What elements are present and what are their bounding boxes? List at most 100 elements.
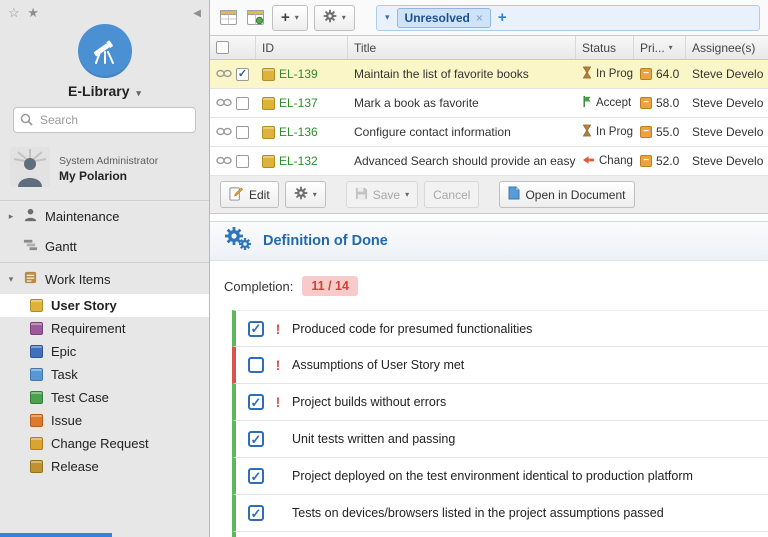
filter-chip-unresolved[interactable]: Unresolved × [397, 8, 491, 28]
assignee: Steve Develo [686, 60, 768, 88]
favorite-star-filled-icon[interactable]: ★ [27, 5, 39, 20]
sidebar-item-label: Maintenance [45, 209, 119, 224]
sidebar-item-requirement[interactable]: Requirement [0, 317, 209, 340]
more-actions-button[interactable]: ▾ [285, 181, 326, 208]
priority-value: 64.0 [656, 67, 679, 81]
requirement-icon [30, 322, 43, 335]
select-all-checkbox[interactable] [216, 41, 229, 54]
column-assignee[interactable]: Assignee(s) [686, 36, 768, 59]
check-icon: ✓ [251, 396, 262, 409]
sidebar-item-change-request[interactable]: Change Request [0, 432, 209, 455]
edit-button[interactable]: Edit [220, 181, 279, 208]
check-icon: ✓ [251, 507, 262, 520]
sidebar-item-gantt[interactable]: Gantt [0, 231, 209, 261]
status-text: Chang [599, 155, 633, 167]
status-text: In Prog [596, 68, 633, 80]
caret-down-icon[interactable]: ▾ [385, 12, 390, 23]
item-checkbox[interactable]: ✓ [248, 431, 264, 447]
completion-label: Completion: [224, 279, 293, 294]
item-label: Unit tests written and passing [292, 432, 455, 446]
add-filter-icon[interactable]: + [498, 9, 507, 26]
add-work-item-button[interactable]: + ▾ [272, 5, 308, 31]
sidebar-item-maintenance[interactable]: ▸ Maintenance [0, 201, 209, 231]
check-icon: ✓ [251, 322, 262, 335]
sidebar-collapse-icon[interactable]: ◀ [193, 8, 201, 19]
type-label: User Story [51, 298, 117, 313]
work-item-id[interactable]: EL-132 [279, 154, 318, 168]
work-item-title[interactable]: Maintain the list of favorite books [348, 60, 576, 88]
table-actions-button[interactable]: ▾ [314, 5, 355, 31]
item-checkbox[interactable]: ✓ [248, 321, 264, 337]
table-view-icon[interactable] [218, 8, 239, 27]
task-icon [30, 368, 43, 381]
project-name[interactable]: E-Library ▾ [0, 83, 209, 99]
priority-value: 55.0 [656, 125, 679, 139]
query-filter-bar[interactable]: ▾ Unresolved × + [376, 5, 760, 31]
table-row[interactable]: EL-132 Advanced Search should provide an… [210, 147, 768, 176]
assignee: Steve Develo [686, 147, 768, 175]
caret-down-icon: ▾ [313, 190, 317, 199]
caret-down-icon[interactable]: ▾ [6, 274, 16, 285]
item-label: Project deployed on the test environment… [292, 469, 693, 483]
type-label: Test Case [51, 390, 109, 405]
row-checkbox[interactable] [236, 126, 249, 139]
priority-icon: − [640, 155, 652, 167]
table-row[interactable]: EL-136 Configure contact information In … [210, 118, 768, 147]
minus-icon: − [643, 156, 649, 166]
sidebar-item-task[interactable]: Task [0, 363, 209, 386]
row-checkbox[interactable] [236, 155, 249, 168]
item-checkbox[interactable]: ✓ [248, 468, 264, 484]
checklist-item: ✓ Project deployed on the test environme… [232, 458, 768, 495]
edit-button-label: Edit [249, 188, 270, 202]
checklist-item: ✓ ! Project builds without errors [232, 384, 768, 421]
item-checkbox[interactable]: ✓ [248, 505, 264, 521]
remove-filter-icon[interactable]: × [476, 11, 483, 25]
work-item-title[interactable]: Advanced Search should provide an easy w… [348, 147, 576, 175]
column-title[interactable]: Title [348, 36, 576, 59]
sidebar-section-work-items[interactable]: ▾ Work Items [0, 264, 209, 294]
work-item-id[interactable]: EL-139 [279, 67, 318, 81]
project-telescope-icon[interactable] [78, 24, 132, 78]
change-arrow-icon [582, 154, 595, 168]
accepted-flag-icon [582, 95, 592, 111]
table-config-icon[interactable] [245, 8, 266, 27]
dod-checklist: ✓ ! Produced code for presumed functiona… [232, 310, 768, 537]
link-icon [216, 125, 232, 139]
row-checkbox[interactable] [236, 97, 249, 110]
sidebar-item-release[interactable]: Release [0, 455, 209, 478]
user-profile[interactable]: System Administrator My Polarion [0, 139, 209, 201]
caret-right-icon[interactable]: ▸ [6, 211, 16, 222]
save-icon [355, 187, 368, 203]
cancel-button-label: Cancel [433, 188, 470, 202]
bottom-accent-bar [0, 533, 112, 537]
sidebar-item-issue[interactable]: Issue [0, 409, 209, 432]
open-in-document-button[interactable]: Open in Document [499, 181, 634, 208]
checklist-item-partial [232, 532, 768, 537]
priority-value: 52.0 [656, 154, 679, 168]
sidebar-item-user-story[interactable]: User Story [0, 294, 209, 317]
issue-icon [30, 414, 43, 427]
work-item-title[interactable]: Configure contact information [348, 118, 576, 146]
column-priority[interactable]: Pri... ▾ [634, 36, 686, 59]
sidebar-item-test-case[interactable]: Test Case [0, 386, 209, 409]
favorite-star-outline-icon[interactable]: ☆ [8, 5, 20, 20]
minus-icon: − [643, 127, 649, 137]
item-checkbox[interactable] [248, 357, 264, 373]
work-item-title[interactable]: Mark a book as favorite [348, 89, 576, 117]
search-input[interactable] [13, 107, 196, 133]
item-checkbox[interactable]: ✓ [248, 394, 264, 410]
table-row[interactable]: ✓ EL-139 Maintain the list of favorite b… [210, 60, 768, 89]
sidebar-item-epic[interactable]: Epic [0, 340, 209, 363]
completion-badge: 11 / 14 [302, 276, 358, 296]
user-story-icon [262, 126, 275, 139]
column-id[interactable]: ID [256, 36, 348, 59]
work-item-id[interactable]: EL-137 [279, 96, 318, 110]
work-item-id[interactable]: EL-136 [279, 125, 318, 139]
important-mark: ! [274, 394, 282, 410]
priority-icon: − [640, 126, 652, 138]
table-row[interactable]: EL-137 Mark a book as favorite Accept − … [210, 89, 768, 118]
column-status[interactable]: Status [576, 36, 634, 59]
edit-icon [229, 186, 244, 204]
row-checkbox[interactable]: ✓ [236, 68, 249, 81]
dod-header: Definition of Done [210, 221, 768, 261]
